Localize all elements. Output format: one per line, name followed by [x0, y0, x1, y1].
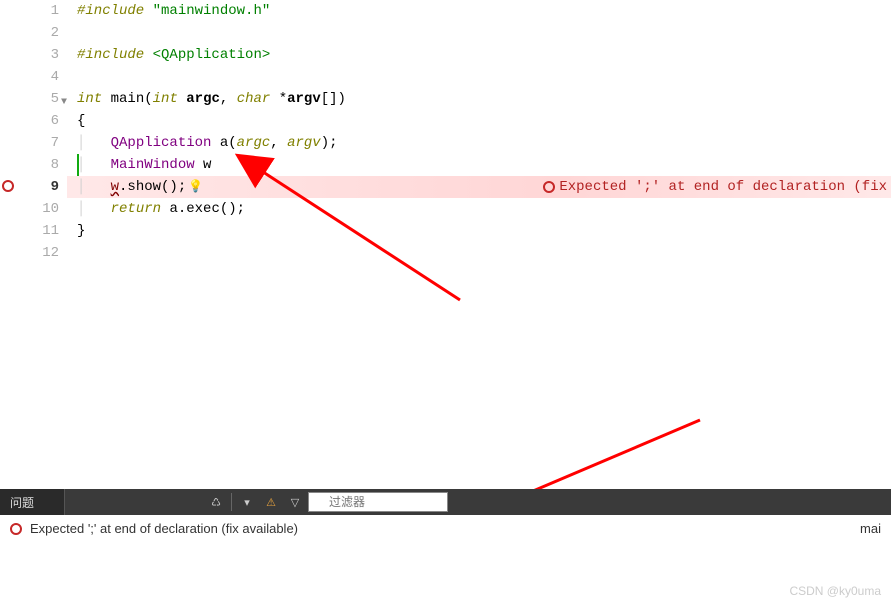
gutter-line[interactable]: 1	[0, 0, 59, 22]
code-line[interactable]: {	[67, 110, 891, 132]
filter-input[interactable]	[308, 492, 448, 512]
gutter-line[interactable]: 4	[0, 66, 59, 88]
clear-icon[interactable]: ♺	[205, 491, 227, 513]
code-line[interactable]: │ return a.exec();	[67, 198, 891, 220]
panel-toolbar: ♺ ▾ ⚠ ▽ 🔍	[65, 491, 448, 513]
gutter-line[interactable]: 2	[0, 22, 59, 44]
warning-icon[interactable]: ⚠	[260, 491, 282, 513]
panel-header: 问题 ♺ ▾ ⚠ ▽ 🔍	[0, 489, 891, 515]
error-icon[interactable]	[2, 180, 14, 192]
error-icon	[543, 181, 555, 193]
editor-area: 1 2 3 4 5▼ 6 7 8 9 10 11 12 #include "ma…	[0, 0, 891, 480]
line-number-gutter: 1 2 3 4 5▼ 6 7 8 9 10 11 12	[0, 0, 67, 480]
gutter-line-current[interactable]: 9	[0, 176, 59, 198]
gutter-line[interactable]: 10	[0, 198, 59, 220]
code-line[interactable]	[67, 242, 891, 264]
gutter-line[interactable]: 12	[0, 242, 59, 264]
problems-panel: 问题 ♺ ▾ ⚠ ▽ 🔍 Expected ';' at end of decl…	[0, 489, 891, 542]
cursor-icon	[77, 154, 79, 176]
gutter-line[interactable]: 5▼	[0, 88, 59, 110]
filter-box: 🔍	[308, 492, 448, 512]
tab-problems[interactable]: 问题	[0, 489, 65, 515]
problem-item[interactable]: Expected ';' at end of declaration (fix …	[10, 521, 298, 536]
code-line[interactable]	[67, 22, 891, 44]
code-line[interactable]: #include <QApplication>	[67, 44, 891, 66]
collapse-icon[interactable]: ▾	[236, 491, 258, 513]
gutter-line[interactable]: 6	[0, 110, 59, 132]
gutter-line[interactable]: 3	[0, 44, 59, 66]
code-line[interactable]: │ QApplication a(argc, argv);	[67, 132, 891, 154]
code-line-error[interactable]: │ w.show();💡 Expected ';' at end of decl…	[67, 176, 891, 198]
watermark: CSDN @ky0uma	[789, 584, 881, 598]
code-line[interactable]: │ MainWindow w	[67, 154, 891, 176]
code-line[interactable]: int main(int argc, char *argv[])	[67, 88, 891, 110]
code-line[interactable]: #include "mainwindow.h"	[67, 0, 891, 22]
problem-text: Expected ';' at end of declaration (fix …	[30, 521, 298, 536]
problem-file: mai	[860, 521, 881, 536]
gutter-line[interactable]: 11	[0, 220, 59, 242]
lightbulb-icon[interactable]: 💡	[188, 180, 203, 194]
panel-body: Expected ';' at end of declaration (fix …	[0, 515, 891, 542]
code-line[interactable]: }	[67, 220, 891, 242]
code-line[interactable]	[67, 66, 891, 88]
code-area[interactable]: #include "mainwindow.h" #include <QAppli…	[67, 0, 891, 480]
gutter-line[interactable]: 7	[0, 132, 59, 154]
inline-error-message[interactable]: Expected ';' at end of declaration (fix	[543, 176, 891, 198]
error-icon	[10, 523, 22, 535]
gutter-line[interactable]: 8	[0, 154, 59, 176]
separator	[231, 493, 232, 511]
filter-icon[interactable]: ▽	[284, 491, 306, 513]
